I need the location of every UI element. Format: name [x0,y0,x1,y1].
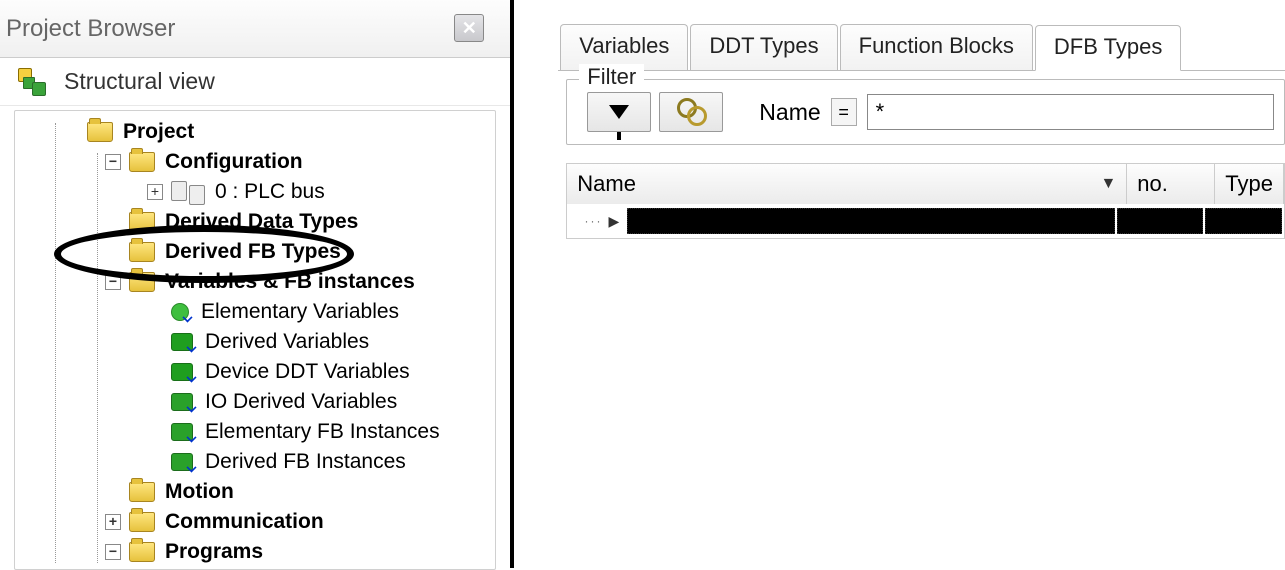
tree-node-motion[interactable]: Motion [15,477,495,507]
folder-icon [129,272,155,292]
tab-bar: Variables DDT Types Function Blocks DFB … [560,24,1285,70]
close-button[interactable]: ✕ [454,14,484,42]
folder-icon [129,512,155,532]
tree-node-elementary-fb-instances[interactable]: Elementary FB Instances [15,417,495,447]
variable-icon [171,453,193,471]
structural-view-header: Structural view [0,58,510,106]
titlebar: Project Browser ✕ [0,0,510,58]
tree-node-device-ddt-variables[interactable]: Device DDT Variables [15,357,495,387]
close-icon: ✕ [462,18,477,39]
variable-icon [171,363,193,381]
structural-view-icon [18,68,46,96]
tree-node-derived-fb-types[interactable]: Derived FB Types [15,237,495,267]
column-header-type[interactable]: Type [1215,164,1284,204]
editor-panel: Variables DDT Types Function Blocks DFB … [514,0,1285,568]
tree-node-project[interactable]: Project [15,117,495,147]
collapse-icon[interactable]: − [105,544,121,560]
tree-view[interactable]: Project − Configuration + 0 : PLC bus De… [14,110,496,570]
variable-icon [171,393,193,411]
tab-dfb-types[interactable]: DFB Types [1035,25,1181,71]
column-header-no[interactable]: no. [1127,164,1215,204]
cell-no[interactable] [1117,208,1203,234]
collapse-icon[interactable]: − [105,154,121,170]
grid-header: Name ▼ no. Type [567,164,1284,204]
variable-icon [171,303,189,321]
tree-node-io-derived-variables[interactable]: IO Derived Variables [15,387,495,417]
grid-new-row[interactable]: ··· ▶ [567,204,1284,238]
tree-node-communication[interactable]: + Communication [15,507,495,537]
gears-icon [675,98,707,126]
folder-icon [129,542,155,562]
filter-name-input[interactable] [867,94,1274,130]
tree-node-derived-fb-instances[interactable]: Derived FB Instances [15,447,495,477]
column-header-name[interactable]: Name ▼ [567,164,1127,204]
structural-view-title: Structural view [64,68,215,95]
expand-icon[interactable]: + [105,514,121,530]
variable-icon [171,333,193,351]
plc-bus-icon [171,181,205,203]
project-browser-panel: Project Browser ✕ Structural view Projec… [0,0,514,568]
row-expander[interactable]: ··· ▶ [567,213,627,230]
data-grid: Name ▼ no. Type ··· ▶ [566,163,1285,239]
folder-icon [87,122,113,142]
filter-legend: Filter [579,64,644,90]
funnel-icon [609,105,629,119]
tree-dots-icon: ··· [585,214,603,228]
row-arrow-icon: ▶ [609,213,620,230]
filter-settings-button[interactable] [659,92,723,132]
tree-node-derived-data-types[interactable]: Derived Data Types [15,207,495,237]
variable-icon [171,423,193,441]
sort-desc-icon: ▼ [1100,175,1116,193]
folder-icon [129,242,155,262]
tab-ddt-types[interactable]: DDT Types [690,24,837,70]
tab-function-blocks[interactable]: Function Blocks [840,24,1033,70]
tree-node-variables-fb-instances[interactable]: − Variables & FB instances [15,267,495,297]
filter-group: Filter Name = [566,79,1285,145]
expand-icon[interactable]: + [147,184,163,200]
filter-name-label: Name [759,99,820,126]
filter-button[interactable] [587,92,651,132]
folder-icon [129,152,155,172]
tree-node-elementary-variables[interactable]: Elementary Variables [15,297,495,327]
cell-type[interactable] [1205,208,1282,234]
tree-node-derived-variables[interactable]: Derived Variables [15,327,495,357]
tree-node-programs[interactable]: − Programs [15,537,495,567]
collapse-icon[interactable]: − [105,274,121,290]
tree-node-configuration[interactable]: − Configuration [15,147,495,177]
window-title: Project Browser [6,15,175,43]
folder-icon [129,212,155,232]
tree-node-plc-bus[interactable]: + 0 : PLC bus [15,177,495,207]
filter-operator[interactable]: = [831,98,857,126]
folder-icon [129,482,155,502]
cell-name[interactable] [627,208,1115,234]
